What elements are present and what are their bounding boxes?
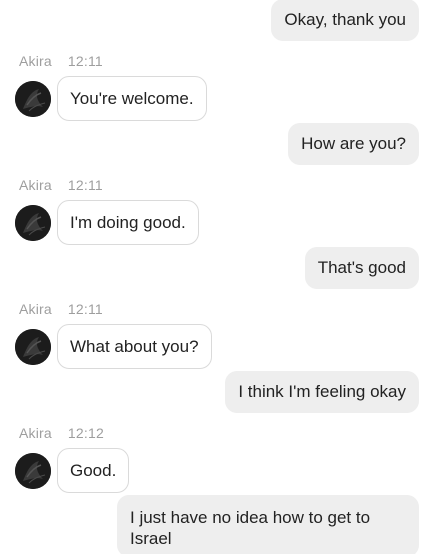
message-meta: Akira 12:12 (19, 425, 104, 441)
outgoing-message[interactable]: I think I'm feeling okay (225, 371, 419, 413)
outgoing-message[interactable]: I just have no idea how to get to Israel (117, 495, 419, 554)
outgoing-message[interactable]: How are you? (288, 123, 419, 165)
author-name: Akira (19, 53, 52, 69)
outgoing-message[interactable]: Okay, thank you (271, 0, 419, 41)
avatar-icon[interactable] (15, 453, 51, 489)
message-meta: Akira 12:11 (19, 301, 103, 317)
avatar-icon[interactable] (15, 329, 51, 365)
message-time: 12:12 (67, 425, 104, 441)
message-time: 12:11 (67, 53, 103, 69)
incoming-message[interactable]: Good. (57, 448, 130, 493)
author-name: Akira (19, 177, 52, 193)
chat-thread[interactable]: Okay, thank you Akira 12:11 You're welcom… (0, 0, 429, 554)
incoming-message[interactable]: What about you? (57, 324, 212, 369)
message-time: 12:11 (67, 177, 103, 193)
avatar-icon[interactable] (15, 81, 51, 117)
message-meta: Akira 12:11 (19, 53, 103, 69)
incoming-message[interactable]: I'm doing good. (57, 200, 199, 245)
author-name: Akira (19, 425, 52, 441)
message-time: 12:11 (67, 301, 103, 317)
message-meta: Akira 12:11 (19, 177, 103, 193)
author-name: Akira (19, 301, 52, 317)
incoming-message[interactable]: You're welcome. (57, 76, 207, 121)
outgoing-message[interactable]: That's good (304, 247, 419, 289)
avatar-icon[interactable] (15, 205, 51, 241)
